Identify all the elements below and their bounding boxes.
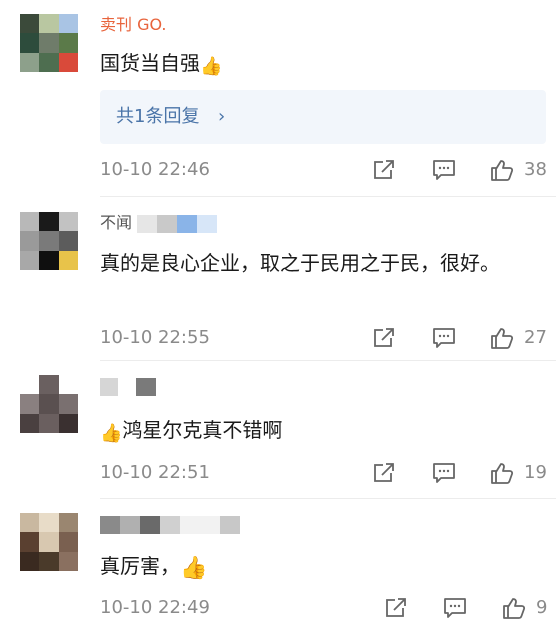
blurred-username: [118, 377, 136, 396]
reply-box[interactable]: 共1条回复 ›: [100, 90, 546, 144]
comment-icon[interactable]: [432, 159, 456, 181]
chevron-right-icon: ›: [218, 106, 226, 127]
comment-icon[interactable]: [432, 327, 456, 349]
thumbs-up-emoji-icon: 👍: [100, 423, 123, 444]
username[interactable]: 卖刊 GO.: [100, 14, 167, 36]
comment-text: 👍鸿星尔克真不错啊: [100, 413, 530, 451]
avatar[interactable]: [20, 513, 78, 571]
blurred-username: [137, 214, 158, 233]
share-box-icon[interactable]: [384, 597, 408, 619]
blurred-username: [120, 515, 140, 534]
timestamp: 10-10 22:51: [100, 462, 210, 483]
blurred-username: [136, 377, 156, 396]
comment-text-content: 真厉害，: [100, 554, 180, 578]
thumbs-up-icon[interactable]: [490, 159, 514, 181]
blurred-username: [160, 515, 180, 534]
avatar[interactable]: [20, 14, 78, 72]
divider: [100, 196, 556, 197]
blurred-username: [100, 515, 120, 534]
avatar[interactable]: [20, 212, 78, 270]
comment-meta: 10-10 22:51 19: [0, 460, 556, 486]
comment-text-content: 国货当自强: [100, 51, 200, 75]
like-count: 9: [536, 597, 548, 618]
thumbs-up-icon[interactable]: [490, 462, 514, 484]
blurred-username: [197, 214, 218, 233]
thumbs-up-emoji-icon: 👍: [180, 556, 208, 581]
comment-meta: 10-10 22:46 38: [0, 157, 556, 183]
thumbs-up-emoji-icon: 👍: [200, 56, 223, 77]
blurred-username: [140, 515, 160, 534]
thumbs-up-icon[interactable]: [502, 597, 526, 619]
like-count: 38: [524, 159, 547, 180]
username[interactable]: [100, 513, 240, 535]
blurred-username: [180, 515, 220, 534]
blurred-username: [157, 214, 178, 233]
divider: [100, 360, 556, 361]
username-text: 不闻: [100, 213, 133, 232]
timestamp: 10-10 22:46: [100, 159, 210, 180]
blurred-username: [220, 515, 240, 534]
share-box-icon[interactable]: [372, 159, 396, 181]
blurred-username: [177, 214, 198, 233]
thumbs-up-icon[interactable]: [490, 327, 514, 349]
view-replies-link[interactable]: 共1条回复: [116, 90, 199, 144]
like-count: 19: [524, 462, 547, 483]
divider: [100, 498, 556, 499]
share-box-icon[interactable]: [372, 327, 396, 349]
avatar[interactable]: [20, 375, 78, 433]
comment-text-content: 鸿星尔克真不错啊: [122, 418, 283, 442]
username[interactable]: 不闻: [100, 212, 218, 234]
timestamp: 10-10 22:55: [100, 327, 210, 348]
comment-icon[interactable]: [432, 462, 456, 484]
share-box-icon[interactable]: [372, 462, 396, 484]
comment-icon[interactable]: [443, 597, 467, 619]
username[interactable]: [100, 375, 156, 397]
comment-text: 真厉害，👍: [100, 549, 530, 586]
like-count: 27: [524, 327, 547, 348]
comment-text: 真的是良心企业，取之于民用之于民，很好。: [100, 251, 500, 275]
comment-meta: 10-10 22:49 9: [0, 595, 556, 621]
blurred-username: [100, 377, 118, 396]
comment-meta: 10-10 22:55 27: [0, 325, 556, 351]
timestamp: 10-10 22:49: [100, 597, 210, 618]
comment-text: 国货当自强👍: [100, 46, 530, 84]
